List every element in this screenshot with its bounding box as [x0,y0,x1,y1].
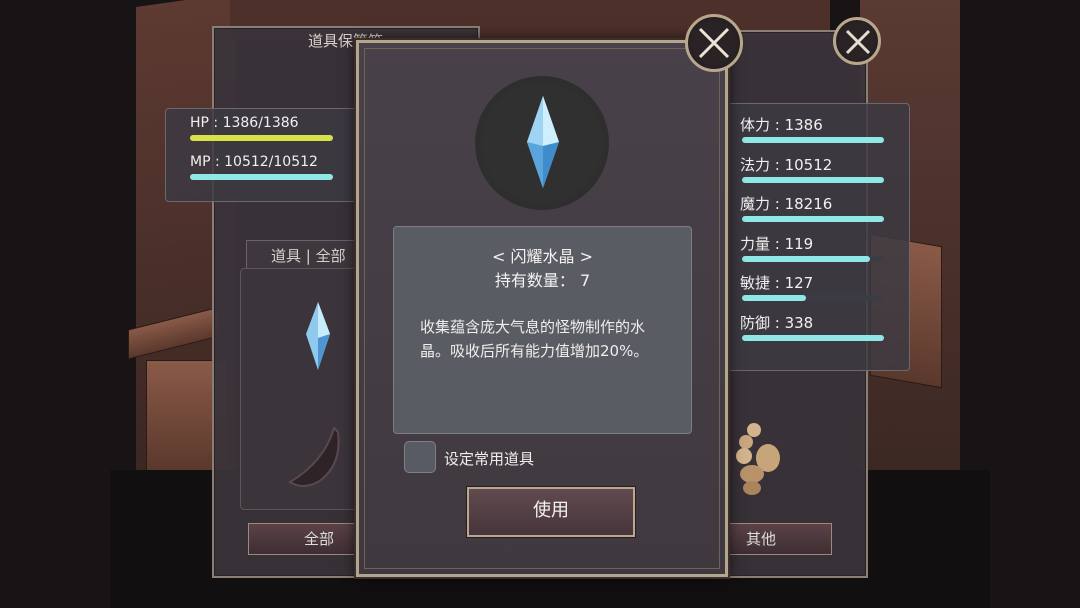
use-button[interactable]: 使用 [467,487,635,537]
hp-bar [190,135,333,141]
stat-label: 防御 : 338 [740,313,814,332]
dialog-close-button[interactable] [685,14,743,72]
inventory-slot-horn[interactable] [284,422,354,492]
status-close-button[interactable] [833,17,881,65]
mp-label: MP : 10512/10512 [190,154,318,170]
stat-bar [742,334,884,341]
stat-bar [742,295,884,301]
stat-label: 魔力 : 18216 [740,195,833,213]
inventory-slot-scorpion[interactable] [732,418,796,498]
stat-label: 法力 : 10512 [740,155,833,174]
item-filter-label: 道具 | 全部 [271,247,346,265]
item-icon-frame [475,76,609,210]
stat-bar [742,176,884,183]
favorite-item-checkbox[interactable] [404,441,436,473]
scorpion-icon [736,423,780,495]
close-icon [698,27,730,59]
crystal-icon [306,302,330,370]
stat-label: 体力 : 1386 [740,116,823,134]
stat-bar-fill [742,334,884,341]
stat-bar [742,137,884,143]
stat-bar-fill [742,295,806,301]
item-name: < 闪耀水晶 > [492,247,593,266]
stat-bar-fill [742,216,884,222]
item-quantity: 持有数量： 7 [494,271,591,290]
stat-bar [742,216,884,222]
hp-bar-fill [190,135,333,141]
stat-bar-fill [742,137,884,143]
crystal-icon [527,96,559,188]
mp-bar [190,174,333,180]
favorite-item-label: 设定常用道具 [444,450,535,468]
close-icon [845,29,871,55]
item-description-box: < 闪耀水晶 > 持有数量： 7 收集蕴含庞大气息的怪物制作的水晶。吸收后所有能… [393,226,692,434]
stat-bar-fill [742,255,870,262]
horn-icon [288,426,340,487]
item-description: 收集蕴含庞大气息的怪物制作的水晶。吸收后所有能力值增加20%。 [420,318,649,360]
inventory-slot-crystal[interactable] [300,300,336,372]
hp-label: HP : 1386/1386 [190,115,299,131]
stat-label: 敏捷 : 127 [740,274,814,292]
stat-bar [742,255,884,262]
item-filter-header[interactable]: 道具 | 全部 [246,240,358,270]
stat-label: 力量 : 119 [740,234,814,253]
mp-bar-fill [190,174,333,180]
stat-bar-fill [742,176,884,183]
